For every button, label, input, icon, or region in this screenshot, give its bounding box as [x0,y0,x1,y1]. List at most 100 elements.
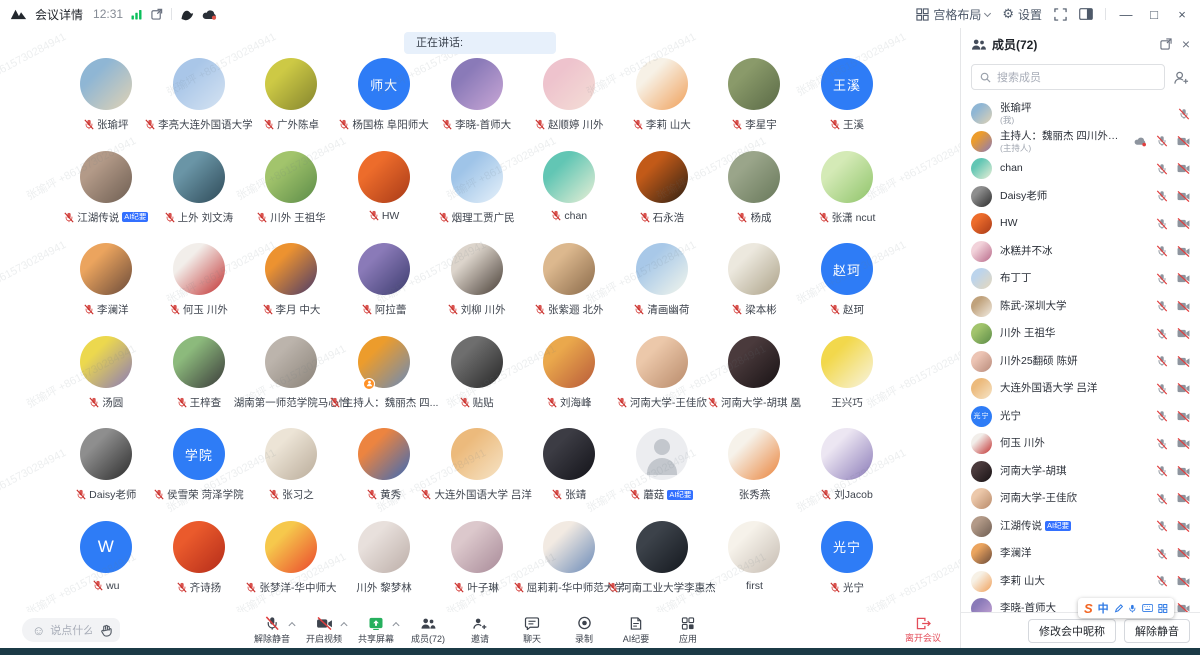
participant-tile[interactable]: 张潇 ncut [801,151,894,244]
participant-tile[interactable]: 河南工业大学李惠杰 [616,521,709,614]
fullscreen-icon[interactable] [1054,8,1067,21]
member-row[interactable]: 李莉 山大 [971,568,1190,596]
member-row[interactable]: 何玉 川外 [971,430,1190,458]
ime-toolbar[interactable]: S 中 [1078,598,1174,618]
participant-tile[interactable]: 阿拉蕾 [338,243,431,336]
participant-tile[interactable]: 刘海峰 [523,336,616,429]
ime-mode-toggle[interactable]: 中 [1098,600,1109,616]
participant-tile[interactable]: 叶子琳 [430,521,523,614]
open-external-icon[interactable] [151,8,163,20]
participant-tile[interactable]: 张习之 [245,428,338,521]
participant-tile[interactable]: 刘柳 川外 [430,243,523,336]
ime-mic-icon[interactable] [1128,603,1137,614]
participant-tile[interactable]: 石永浩 [616,151,709,244]
participant-tile[interactable]: W wu [60,521,153,614]
participant-tile[interactable]: 王梓查 [153,336,246,429]
participant-tile[interactable]: 李晓-首师大 [430,58,523,151]
member-row[interactable]: 主持人：魏丽杰 四川外国语大学 (主持人) [971,128,1190,156]
participant-tile[interactable]: 光宁 光宁 [801,521,894,614]
participant-tile[interactable]: first [708,521,801,614]
participant-tile[interactable]: 黄秀 [338,428,431,521]
participant-tile[interactable]: 张梦洋-华中师大 [245,521,338,614]
participant-tile[interactable]: 李莉 山大 [616,58,709,151]
settings-button[interactable]: ⚙ 设置 [1002,6,1042,23]
participant-tile[interactable]: 齐诗扬 [153,521,246,614]
participant-tile[interactable]: 梁本彬 [708,243,801,336]
participant-tile[interactable]: 屈莉莉-华中师范大学 [523,521,616,614]
unmute-button[interactable]: 解除静音 [1124,619,1190,643]
chevron-up-icon[interactable] [340,622,347,629]
member-row[interactable]: chan [971,155,1190,183]
participant-tile[interactable]: 王溪 王溪 [801,58,894,151]
participant-tile[interactable]: 蘑菇 AI纪要 [616,428,709,521]
ime-toolbox-icon[interactable] [1158,603,1168,614]
popout-panel-icon[interactable] [1160,38,1172,50]
participant-tile[interactable]: 河南大学-胡琪 凰 [708,336,801,429]
raise-hand-button[interactable] [92,618,120,642]
participant-tile[interactable]: 王兴巧 [801,336,894,429]
member-row[interactable]: 张瑜坪 (我) [971,100,1190,128]
toolbar-item[interactable]: 开启视频 [301,614,348,646]
participant-tile[interactable]: 张紫逦 北外 [523,243,616,336]
member-row[interactable]: Daisy老师 [971,183,1190,211]
toolbar-item[interactable]: 邀请 [457,614,504,646]
ime-logo[interactable]: S [1084,601,1093,616]
minimize-button[interactable]: — [1118,7,1134,22]
participant-tile[interactable]: 赵顺婷 川外 [523,58,616,151]
toolbar-item[interactable]: 聊天 [509,614,556,646]
participant-tile[interactable]: 赵珂 赵珂 [801,243,894,336]
close-panel-icon[interactable]: × [1182,37,1190,51]
toolbar-item[interactable]: 录制 [561,614,608,646]
member-row[interactable]: 河南大学-王佳欣 [971,485,1190,513]
leave-meeting-button[interactable]: 离开会议 [896,614,950,646]
member-row[interactable]: 李澜洋 [971,540,1190,568]
participant-tile[interactable]: 河南大学-王佳欣 [616,336,709,429]
close-button[interactable]: × [1174,7,1190,22]
cloud-status-icon[interactable] [202,9,217,20]
member-row[interactable]: 布丁丁 [971,265,1190,293]
participant-tile[interactable]: 烟理工贾广民 [430,151,523,244]
rename-button[interactable]: 修改会中昵称 [1028,619,1116,643]
participant-tile[interactable]: 贴贴 [430,336,523,429]
chevron-up-icon[interactable] [288,622,295,629]
toolbar-item[interactable]: 应用 [665,614,712,646]
member-list[interactable]: 张瑜坪 (我) 主持人：魏丽杰 四川外国语大学 (主持人) [961,98,1200,612]
member-row[interactable]: 河南大学-胡琪 [971,458,1190,486]
participant-tile[interactable]: 川外 王祖华 [245,151,338,244]
participant-tile[interactable]: 刘Jacob [801,428,894,521]
participant-tile[interactable]: 李星宇 [708,58,801,151]
participant-tile[interactable]: 李月 中大 [245,243,338,336]
toolbar-item[interactable]: AI纪要 [613,614,660,646]
member-row[interactable]: 冰糕并不冰 [971,238,1190,266]
toolbar-item[interactable]: 共享屏幕 [353,614,400,646]
participant-tile[interactable]: 张秀燕 [708,428,801,521]
participant-tile[interactable]: 张瑜坪 [60,58,153,151]
member-row[interactable]: 陈武-深圳大学 [971,293,1190,321]
toolbar-item[interactable]: 解除静音 [249,614,296,646]
participant-tile[interactable]: 杨成 [708,151,801,244]
search-members-input[interactable]: 搜索成员 [971,64,1165,90]
ime-keyboard-icon[interactable] [1142,603,1153,613]
participant-tile[interactable]: 上外 刘文涛 [153,151,246,244]
participant-tile[interactable]: Daisy老师 [60,428,153,521]
member-row[interactable]: 川外25翻硕 陈妍 [971,348,1190,376]
member-row[interactable]: 大连外国语大学 吕洋 [971,375,1190,403]
add-member-icon[interactable] [1173,70,1190,85]
panel-toggle-icon[interactable] [1079,8,1093,20]
layout-switcher[interactable]: 宫格布局 [916,6,990,23]
participant-tile[interactable]: 李亮大连外国语大学 [153,58,246,151]
participant-tile[interactable]: 江湖传说 AI纪要 [60,151,153,244]
participant-tile[interactable]: 主持人：魏丽杰 四... [338,336,431,429]
participant-tile[interactable]: HW [338,151,431,244]
participant-tile[interactable]: 湖南第一师范学院马心怡 [245,336,338,429]
meeting-details-link[interactable]: 会议详情 [35,6,83,23]
participant-tile[interactable]: chan [523,151,616,244]
decoration-badge-icon[interactable] [180,8,194,21]
participant-tile[interactable]: 师大 杨国栋 阜阳师大 [338,58,431,151]
participant-tile[interactable]: 广外陈卓 [245,58,338,151]
participant-tile[interactable]: 学院 侯雪荣 菏泽学院 [153,428,246,521]
participant-tile[interactable]: 李澜洋 [60,243,153,336]
maximize-button[interactable]: □ [1146,7,1162,22]
participant-tile[interactable]: 川外 黎梦林 [338,521,431,614]
member-row[interactable]: 江湖传说AI纪要 [971,513,1190,541]
